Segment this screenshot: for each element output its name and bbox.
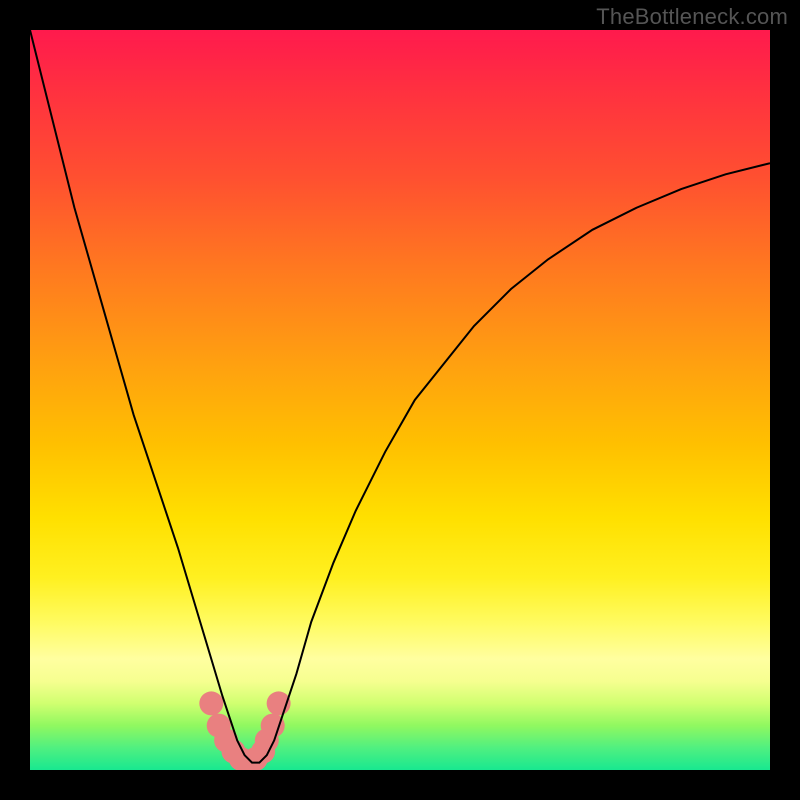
trough-dot	[199, 691, 223, 715]
watermark-text: TheBottleneck.com	[596, 4, 788, 30]
chart-area	[30, 30, 770, 770]
chart-svg	[30, 30, 770, 770]
bottleneck-curve	[30, 30, 770, 763]
